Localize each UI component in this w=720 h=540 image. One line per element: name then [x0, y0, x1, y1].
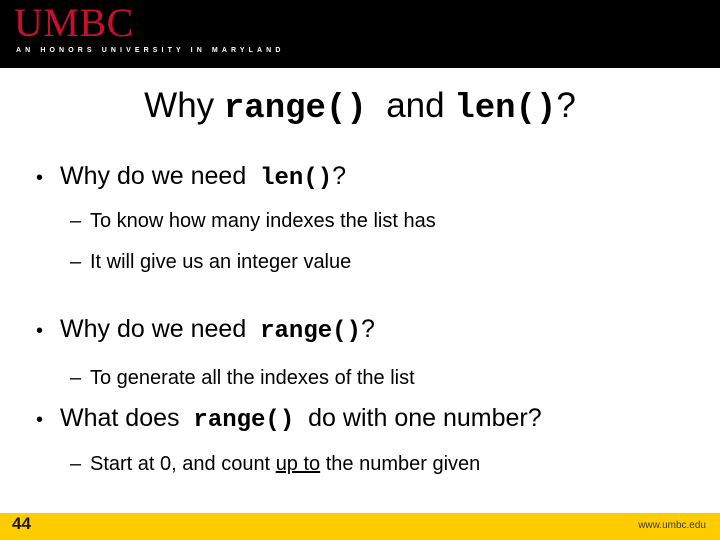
umbc-logo-tagline: AN HONORS UNIVERSITY IN MARYLAND — [16, 47, 285, 54]
list-item-text: Why do we need — [60, 162, 247, 190]
title-text-and: and — [386, 86, 445, 125]
list-item: • What does range() do with one number? — [36, 404, 542, 434]
list-item-text-after: do with one number? — [308, 404, 542, 432]
list-item-text: What does — [60, 404, 180, 432]
list-item: – To generate all the indexes of the list — [70, 367, 415, 389]
list-item: • Why do we need len()? — [36, 162, 347, 192]
list-item-text: Start at 0, and count — [90, 453, 271, 475]
list-item-code: range() — [260, 318, 361, 345]
bullet-marker: – — [70, 453, 82, 475]
umbc-logo-wordmark: UMBC — [14, 0, 134, 45]
list-item-emphasis: up to — [275, 453, 321, 475]
list-item: – Start at 0, and count up to the number … — [70, 453, 480, 475]
list-item: – It will give us an integer value — [70, 251, 351, 273]
bullet-marker: • — [36, 409, 44, 431]
list-item-text-after: the number given — [325, 453, 481, 475]
bullet-marker: – — [70, 367, 82, 389]
footer-url: www.umbc.edu — [638, 520, 706, 531]
title-code-range: range() — [223, 90, 367, 128]
list-item-text: To generate all the indexes of the list — [90, 367, 415, 389]
list-item-text: To know how many indexes the list has — [90, 210, 436, 232]
list-item-text: Why do we need — [60, 315, 247, 343]
list-item-code: range() — [193, 407, 295, 434]
list-item: – To know how many indexes the list has — [70, 210, 436, 232]
title-text-why: Why — [144, 86, 215, 125]
bullet-marker: – — [70, 210, 82, 232]
slide-number: 44 — [12, 514, 31, 533]
bullet-marker: – — [70, 251, 82, 273]
list-item-text-after: ? — [360, 315, 375, 343]
list-item: • Why do we need range()? — [36, 315, 375, 345]
slide-body: • Why do we need len()? – To know how many… — [0, 150, 720, 510]
list-item-text-after: ? — [332, 162, 347, 190]
footer-band — [0, 513, 720, 540]
bullet-marker: • — [36, 320, 44, 342]
title-text-question: ? — [556, 86, 576, 125]
list-item-code: len() — [260, 165, 333, 192]
bullet-marker: • — [36, 167, 44, 189]
slide-title: Why range() and len()? — [0, 86, 720, 129]
list-item-text: It will give us an integer value — [90, 251, 352, 273]
title-code-len: len() — [454, 90, 557, 128]
